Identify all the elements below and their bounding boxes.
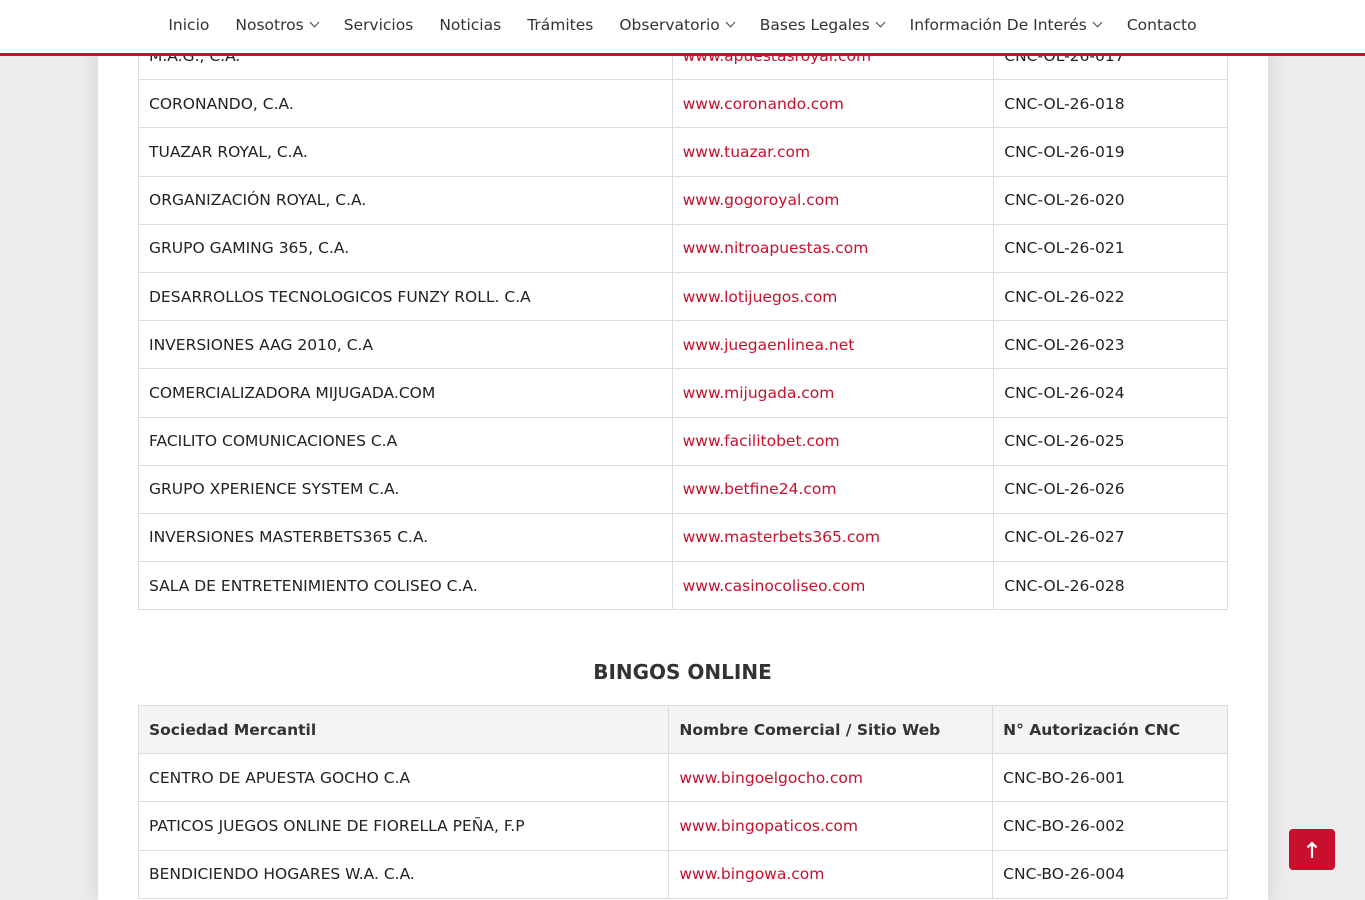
arrow-up-icon — [1306, 840, 1318, 858]
table-row: ORGANIZACIÓN ROYAL, C.A. www.gogoroyal.co… — [138, 175, 1228, 225]
nav-item-noticias[interactable]: Noticias — [426, 16, 514, 34]
table-row: COMERCIALIZADORA MIJUGADA.COM www.mijugad… — [138, 368, 1228, 418]
nav-item-label: Trámites — [527, 15, 594, 34]
header-auth: N° Autorización CNC — [992, 704, 1228, 755]
table-row: GRUPO XPERIENCE SYSTEM C.A. www.betfine24… — [138, 464, 1228, 514]
nav-item-label: Información De Interés — [909, 15, 1087, 34]
site-link[interactable]: www.facilitobet.com — [671, 416, 995, 466]
nav-item-información-de-interés[interactable]: Información De Interés — [897, 16, 1114, 34]
auth-code-cell: CNC-OL-26-027 — [993, 512, 1228, 563]
auth-code-cell: CNC-OL-26-018 — [993, 79, 1228, 129]
top-navbar: Inicio Nosotros Servicios Noticias Trámites O… — [0, 0, 1365, 56]
nav-item-label: Servicios — [343, 15, 414, 34]
site-link[interactable]: www.coronando.com — [671, 79, 995, 129]
auth-code-cell: CNC-BO-26-004 — [992, 849, 1228, 899]
nav-item-inicio[interactable]: Inicio — [155, 16, 222, 34]
chevron-down-icon — [725, 17, 736, 28]
table-row: DESARROLLOS TECNOLOGICOS FUNZY ROLL. C.A… — [138, 271, 1228, 322]
table-row: GRUPO GAMING 365, C.A. www.nitroapuestas.… — [138, 223, 1228, 273]
nav-item-servicios[interactable]: Servicios — [331, 16, 427, 34]
auth-code-cell: CNC-OL-26-019 — [993, 127, 1228, 177]
site-link[interactable]: www.bingoelgocho.com — [668, 753, 994, 803]
nav-item-bases-legales[interactable]: Bases Legales — [747, 16, 897, 34]
site-link[interactable]: www.masterbets365.com — [671, 512, 995, 563]
table-row: INVERSIONES AAG 2010, C.A www.juegaenline… — [138, 320, 1228, 370]
table-row: FACILITO COMUNICACIONES C.A www.facilitob… — [138, 416, 1228, 466]
company-cell: TUAZAR ROYAL, C.A. — [138, 127, 673, 177]
site-link[interactable]: www.nitroapuestas.com — [671, 223, 995, 273]
site-link[interactable]: www.tuazar.com — [671, 127, 995, 177]
auth-code-cell: CNC-OL-26-020 — [993, 175, 1228, 225]
company-cell: CENTRO DE APUESTA GOCHO C.A — [137, 753, 670, 803]
company-cell: COMERCIALIZADORA MIJUGADA.COM — [138, 368, 673, 418]
online-operators-table: M.A.G., C.A.www.apuestasroyal.comCNC-OL-… — [138, 30, 1228, 611]
auth-code-cell: CNC-OL-26-024 — [993, 368, 1228, 418]
nav-item-nosotros[interactable]: Nosotros — [222, 16, 330, 34]
auth-code-cell: CNC-BO-26-002 — [992, 801, 1228, 851]
company-cell: GRUPO GAMING 365, C.A. — [138, 223, 673, 273]
company-cell: CORONANDO, C.A. — [138, 79, 673, 129]
auth-code-cell: CNC-OL-26-023 — [993, 320, 1228, 370]
auth-code-cell: CNC-OL-26-028 — [993, 561, 1228, 611]
section-title-bingos: BINGOS ONLINE — [593, 660, 772, 684]
auth-code-cell: CNC-BO-26-001 — [992, 753, 1228, 803]
table-row: CORONANDO, C.A. www.coronando.com CNC-OL-2… — [138, 79, 1228, 129]
company-cell: GRUPO XPERIENCE SYSTEM C.A. — [138, 464, 673, 514]
auth-code-cell: CNC-OL-26-026 — [993, 464, 1228, 514]
company-cell: ORGANIZACIÓN ROYAL, C.A. — [138, 175, 673, 225]
company-cell: FACILITO COMUNICACIONES C.A — [138, 416, 673, 466]
nav-item-label: Inicio — [168, 15, 210, 34]
table-row: SALA DE ENTRETENIMIENTO COLISEO C.A. www.… — [138, 561, 1228, 611]
bingo-operators-table: Sociedad Mercantil Nombre Comercial / Si… — [137, 704, 1228, 899]
scroll-to-top-button[interactable] — [1289, 829, 1335, 870]
nav-item-contacto[interactable]: Contacto — [1114, 16, 1210, 34]
company-cell: INVERSIONES AAG 2010, C.A — [138, 320, 673, 370]
auth-code-cell: CNC-OL-26-025 — [993, 416, 1228, 466]
chevron-down-icon — [875, 17, 886, 28]
site-link[interactable]: www.lotijuegos.com — [671, 271, 995, 322]
table-header-row: Sociedad Mercantil Nombre Comercial / Si… — [137, 704, 1228, 755]
table-row: PATICOS JUEGOS ONLINE DE FIORELLA PEÑA, … — [137, 801, 1228, 851]
table-row: BENDICIENDO HOGARES W.A. C.A. www.bingowa… — [137, 849, 1228, 899]
table-row: INVERSIONES MASTERBETS365 C.A. www.master… — [138, 512, 1228, 563]
site-link[interactable]: www.bingopaticos.com — [668, 801, 994, 851]
header-company: Sociedad Mercantil — [137, 704, 670, 755]
table-row: TUAZAR ROYAL, C.A. www.tuazar.com CNC-OL-2… — [138, 127, 1228, 177]
auth-code-cell: CNC-OL-26-021 — [993, 223, 1228, 273]
site-link[interactable]: www.mijugada.com — [671, 368, 995, 418]
nav-item-label: Contacto — [1126, 15, 1197, 34]
site-link[interactable]: www.casinocoliseo.com — [671, 561, 995, 611]
nav-item-label: Noticias — [439, 15, 502, 34]
nav-item-trámites[interactable]: Trámites — [514, 16, 606, 34]
nav-item-observatorio[interactable]: Observatorio — [606, 16, 746, 34]
nav-item-label: Observatorio — [619, 15, 720, 34]
header-site: Nombre Comercial / Sitio Web — [668, 704, 994, 755]
company-cell: INVERSIONES MASTERBETS365 C.A. — [138, 512, 673, 563]
company-cell: DESARROLLOS TECNOLOGICOS FUNZY ROLL. C.A — [138, 271, 673, 322]
company-cell: PATICOS JUEGOS ONLINE DE FIORELLA PEÑA, … — [137, 801, 670, 851]
chevron-down-icon — [1092, 17, 1103, 28]
table-row: CENTRO DE APUESTA GOCHO C.A www.bingoelgo… — [137, 753, 1228, 803]
site-link[interactable]: www.gogoroyal.com — [671, 175, 995, 225]
auth-code-cell: CNC-OL-26-022 — [993, 271, 1228, 322]
company-cell: SALA DE ENTRETENIMIENTO COLISEO C.A. — [138, 561, 673, 611]
nav-item-label: Nosotros — [235, 15, 304, 34]
nav-item-label: Bases Legales — [759, 15, 870, 34]
site-link[interactable]: www.bingowa.com — [668, 849, 994, 899]
chevron-down-icon — [309, 17, 320, 28]
company-cell: BENDICIENDO HOGARES W.A. C.A. — [137, 849, 670, 899]
site-link[interactable]: www.juegaenlinea.net — [671, 320, 995, 370]
main-menu: Inicio Nosotros Servicios Noticias Trámites O… — [155, 16, 1209, 34]
site-link[interactable]: www.betfine24.com — [671, 464, 995, 514]
